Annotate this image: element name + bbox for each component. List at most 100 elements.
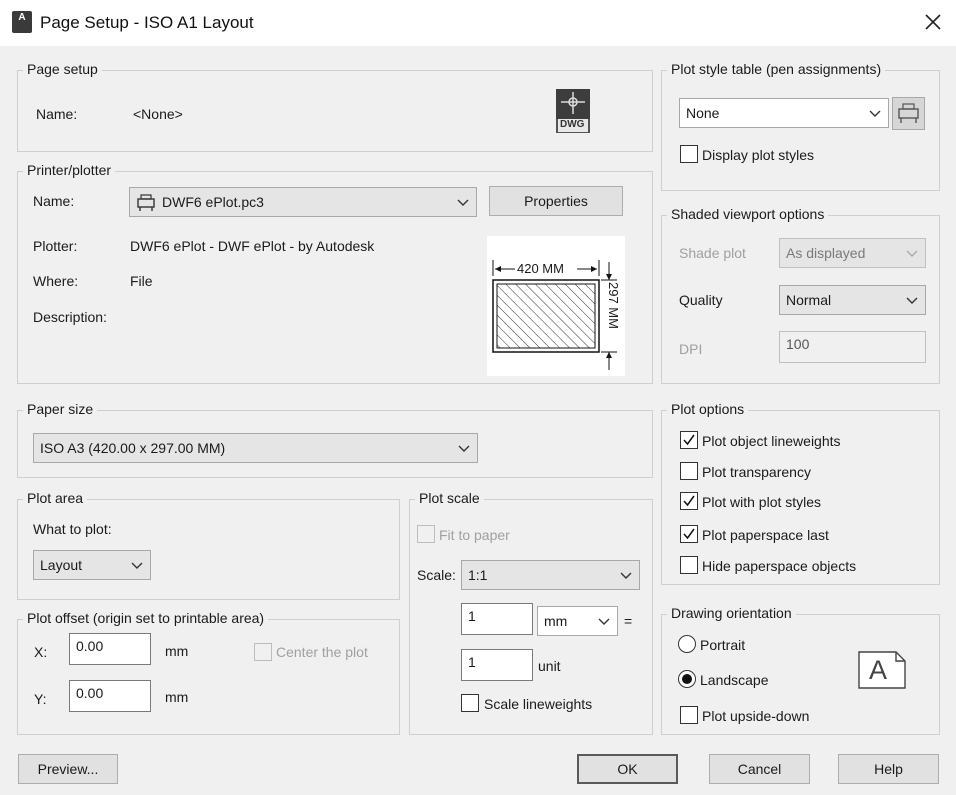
printer-name-select[interactable]: DWF6 ePlot.pc3	[129, 187, 477, 217]
plot-scale-legend: Plot scale	[415, 490, 484, 506]
scale-label: Scale:	[417, 567, 456, 583]
quality-value: Normal	[786, 292, 832, 308]
chevron-down-icon	[906, 297, 918, 304]
dwg-icon-label: DWG	[560, 119, 585, 130]
app-icon-letter: A	[18, 12, 26, 23]
what-to-plot-select[interactable]: Layout	[33, 550, 151, 580]
dwg-icon: DWG	[555, 88, 591, 134]
ok-button[interactable]: OK	[577, 754, 678, 784]
plot-offset-legend: Plot offset (origin set to printable are…	[23, 610, 269, 626]
scale-value1-input[interactable]: 1	[461, 603, 533, 635]
printer-name-value: DWF6 ePlot.pc3	[162, 194, 264, 210]
check-icon	[683, 495, 695, 507]
paper-size-legend: Paper size	[23, 401, 98, 417]
paper-size-select[interactable]: ISO A3 (420.00 x 297.00 MM)	[33, 433, 478, 463]
plot-paperspace-last-label: Plot paperspace last	[702, 527, 829, 543]
chevron-down-icon	[598, 618, 610, 625]
quality-select[interactable]: Normal	[779, 285, 926, 315]
chevron-down-icon	[457, 199, 469, 206]
scale-equals: =	[624, 613, 633, 629]
plot-with-plot-styles-label: Plot with plot styles	[702, 494, 822, 510]
fit-to-paper-checkbox[interactable]	[417, 525, 435, 543]
shaded-viewport-legend: Shaded viewport options	[667, 206, 829, 222]
description-label: Description:	[33, 309, 107, 325]
preview-button[interactable]: Preview...	[18, 754, 118, 784]
scale-lineweights-label: Scale lineweights	[484, 696, 593, 712]
plot-transparency-label: Plot transparency	[702, 464, 811, 480]
landscape-orientation-icon: A	[858, 651, 906, 689]
plot-style-select[interactable]: None	[679, 98, 889, 128]
hide-paperspace-objects-label: Hide paperspace objects	[702, 558, 857, 574]
page-setup-name-label: Name:	[36, 106, 78, 122]
plot-style-edit-icon[interactable]	[892, 97, 925, 130]
close-icon[interactable]	[920, 9, 946, 35]
check-icon	[683, 434, 695, 446]
shade-plot-select[interactable]: As displayed	[779, 238, 926, 268]
preview-width-label: 420 MM	[517, 261, 564, 276]
plot-style-value: None	[686, 105, 720, 121]
scale-unit2-label: unit	[538, 658, 561, 674]
upside-down-label: Plot upside-down	[702, 708, 810, 724]
printer-name-label: Name:	[33, 193, 75, 209]
radio-dot	[682, 674, 692, 684]
what-to-plot-label: What to plot:	[33, 521, 112, 537]
orientation-legend: Drawing orientation	[667, 605, 796, 621]
dpi-label: DPI	[679, 341, 703, 357]
offset-y-label: Y:	[34, 691, 47, 707]
page-setup-name-value: <None>	[133, 106, 183, 122]
plotter-label: Plotter:	[33, 238, 78, 254]
plotter-value: DWF6 ePlot - DWF ePlot - by Autodesk	[130, 238, 375, 254]
landscape-radio[interactable]	[678, 670, 696, 688]
offset-x-input[interactable]: 0.00	[69, 633, 151, 665]
shade-plot-label: Shade plot	[679, 245, 746, 261]
upside-down-checkbox[interactable]	[680, 706, 698, 724]
hide-paperspace-objects-checkbox[interactable]	[680, 556, 698, 574]
dpi-input[interactable]: 100	[779, 331, 926, 363]
cancel-button[interactable]: Cancel	[709, 754, 810, 784]
scale-value2-input[interactable]: 1	[461, 649, 533, 681]
display-plot-styles-checkbox[interactable]	[680, 145, 698, 163]
plot-paperspace-last-checkbox[interactable]	[680, 525, 698, 543]
scale-unit-select[interactable]: mm	[537, 606, 618, 636]
plot-transparency-checkbox[interactable]	[680, 462, 698, 480]
preview-height-label: 297 MM	[606, 282, 621, 329]
offset-y-input[interactable]: 0.00	[69, 680, 151, 712]
paper-preview: 420 MM 297 MM	[487, 236, 625, 376]
shade-plot-value: As displayed	[786, 245, 866, 261]
printer-legend: Printer/plotter	[23, 162, 116, 178]
chevron-down-icon	[869, 110, 881, 117]
fit-to-paper-label: Fit to paper	[439, 527, 510, 543]
chevron-down-icon	[906, 250, 918, 257]
offset-y-unit: mm	[165, 689, 189, 705]
offset-x-label: X:	[34, 644, 48, 660]
scale-select[interactable]: 1:1	[461, 560, 640, 590]
where-label: Where:	[33, 273, 79, 289]
scale-lineweights-checkbox[interactable]	[461, 694, 479, 712]
plot-with-plot-styles-checkbox[interactable]	[680, 492, 698, 510]
window-title: Page Setup - ISO A1 Layout	[40, 13, 254, 32]
plot-object-lineweights-checkbox[interactable]	[680, 431, 698, 449]
center-plot-checkbox[interactable]	[254, 643, 272, 661]
quality-label: Quality	[679, 292, 723, 308]
scale-unit-value: mm	[544, 613, 568, 629]
chevron-down-icon	[458, 445, 470, 452]
chevron-down-icon	[131, 562, 143, 569]
landscape-label: Landscape	[700, 672, 769, 688]
chevron-down-icon	[620, 572, 632, 579]
portrait-radio[interactable]	[678, 635, 696, 653]
paper-size-value: ISO A3 (420.00 x 297.00 MM)	[40, 440, 226, 456]
center-plot-label: Center the plot	[276, 644, 368, 660]
check-icon	[683, 528, 695, 540]
plot-style-legend: Plot style table (pen assignments)	[667, 61, 886, 77]
plot-object-lineweights-label: Plot object lineweights	[702, 433, 841, 449]
plot-options-legend: Plot options	[667, 401, 749, 417]
orientation-icon-letter: A	[869, 655, 888, 685]
plot-area-legend: Plot area	[23, 490, 88, 506]
help-button[interactable]: Help	[838, 754, 939, 784]
scale-value: 1:1	[468, 567, 488, 583]
where-value: File	[130, 273, 153, 289]
properties-button[interactable]: Properties	[489, 186, 623, 216]
what-to-plot-value: Layout	[40, 557, 83, 573]
printer-icon	[136, 193, 156, 211]
portrait-label: Portrait	[700, 637, 746, 653]
